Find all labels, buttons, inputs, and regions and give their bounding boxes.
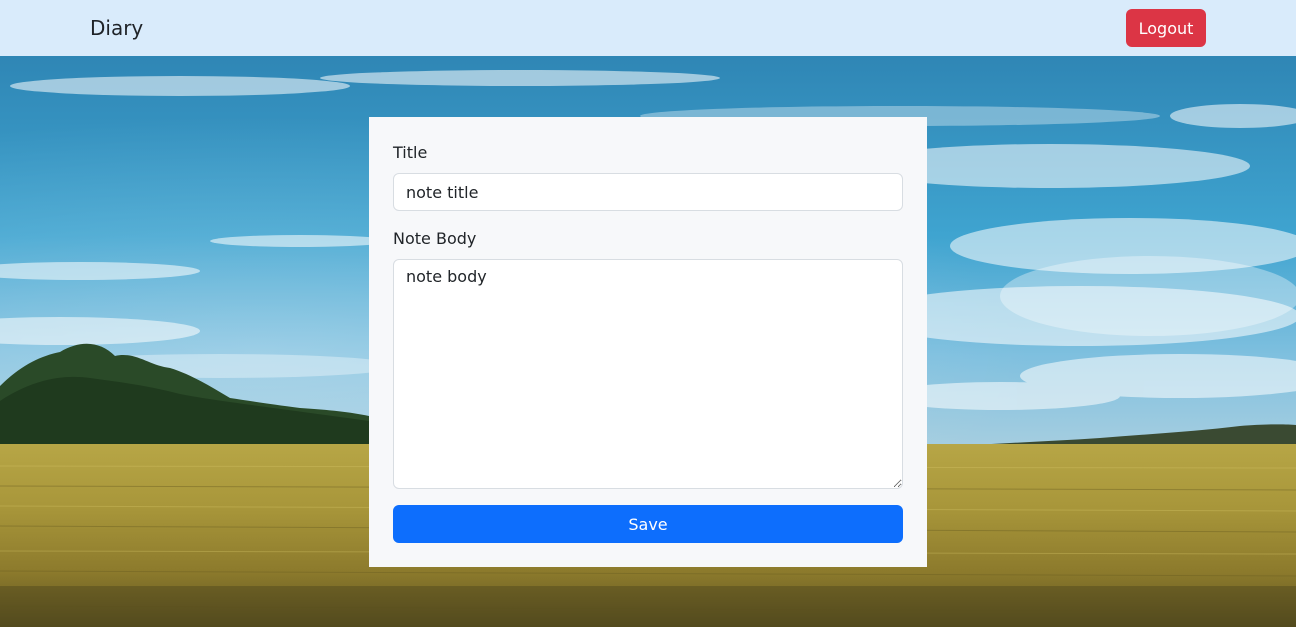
- note-body-textarea[interactable]: [393, 259, 903, 489]
- brand-logo[interactable]: Diary: [90, 14, 143, 42]
- save-button[interactable]: Save: [393, 505, 903, 543]
- logout-button[interactable]: Logout: [1126, 9, 1206, 47]
- note-body-label: Note Body: [393, 229, 477, 248]
- navbar: Diary Logout: [0, 0, 1296, 56]
- note-form-card: Title Note Body Save: [369, 117, 927, 567]
- title-input[interactable]: [393, 173, 903, 211]
- title-label: Title: [393, 143, 428, 162]
